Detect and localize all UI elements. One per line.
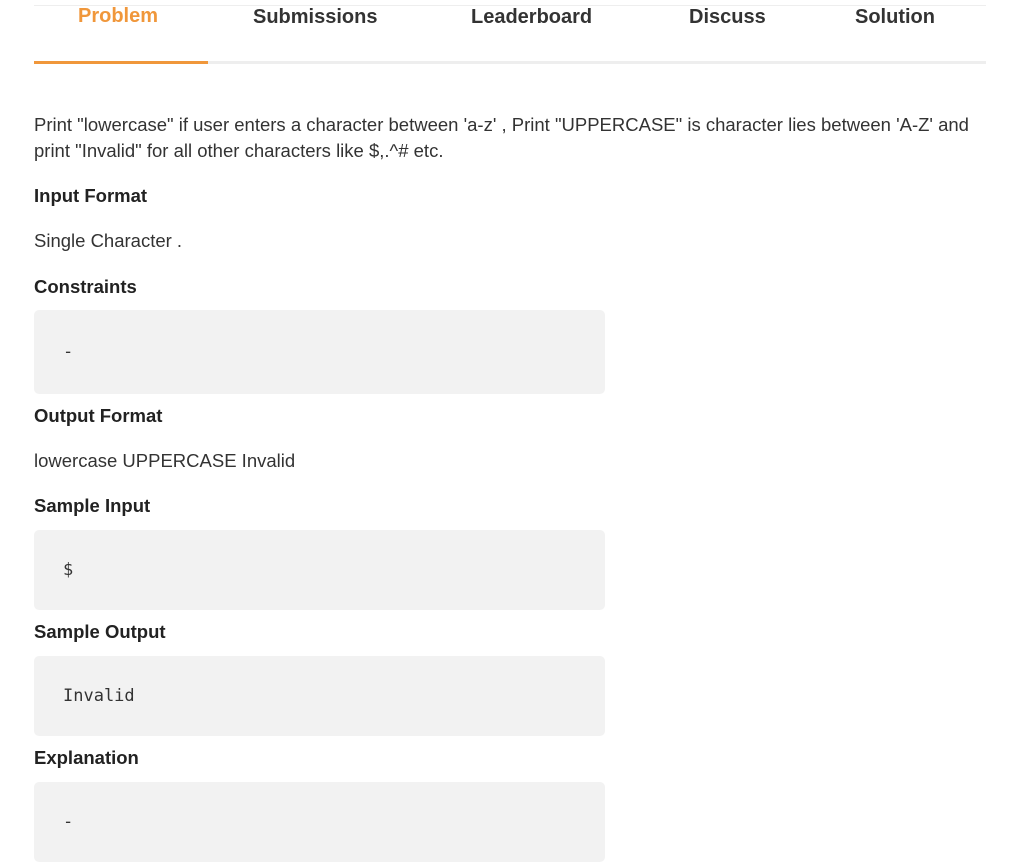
sample-input-box: $ [34,530,605,610]
input-format-text: Single Character . [34,230,183,251]
problem-tabs: Problem Submissions Leaderboard Discuss … [34,0,986,66]
explanation-heading: Explanation [34,747,139,768]
tab-leaderboard[interactable]: Leaderboard [471,6,592,29]
sample-output-box: Invalid [34,656,605,736]
input-format-heading: Input Format [34,185,148,206]
constraints-code: - [63,342,74,362]
problem-description: Print "lowercase" if user enters a chara… [34,114,969,161]
tab-problem[interactable]: Problem [78,5,158,28]
sample-input-code: $ [63,560,74,580]
output-format-text: lowercase UPPERCASE Invalid [34,450,296,471]
sample-output-heading: Sample Output [34,621,166,642]
explanation-code: - [63,812,74,832]
problem-content: Print "lowercase" if user enters a chara… [34,112,986,862]
tab-solution[interactable]: Solution [855,6,935,29]
explanation-box: - [34,782,605,862]
constraints-box: - [34,310,605,394]
tab-submissions[interactable]: Submissions [253,6,377,29]
output-format-heading: Output Format [34,405,163,426]
sample-input-heading: Sample Input [34,495,151,516]
constraints-heading: Constraints [34,276,137,297]
sample-output-code: Invalid [63,686,135,706]
tab-discuss[interactable]: Discuss [689,6,766,29]
active-tab-indicator [34,61,208,64]
